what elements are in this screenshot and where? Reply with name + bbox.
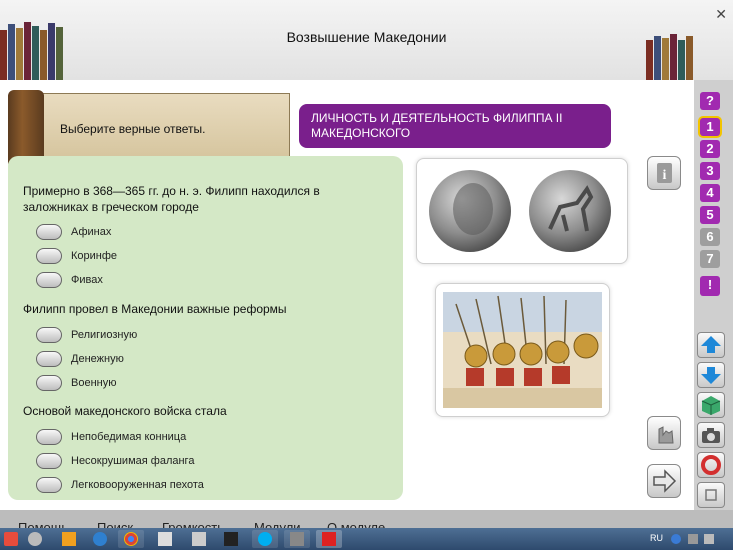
coin-reverse-icon: [529, 170, 611, 252]
notepad-icon[interactable]: [158, 532, 172, 546]
coins-image[interactable]: [416, 158, 628, 264]
hint-hand-button[interactable]: [647, 416, 681, 450]
menu-volume[interactable]: Громкость: [162, 520, 224, 528]
task-6-button[interactable]: 6: [700, 228, 720, 246]
screenshot-button[interactable]: [697, 422, 725, 448]
lifebuoy-icon: [701, 455, 721, 475]
portrait-head-icon: [453, 183, 493, 235]
arrow-right-icon: [653, 469, 677, 493]
language-indicator[interactable]: RU: [650, 533, 663, 543]
task-2-button[interactable]: 2: [700, 140, 720, 158]
answer-label: Денежную: [71, 353, 124, 365]
radio-button[interactable]: [36, 327, 62, 343]
menu-search[interactable]: Поиск: [97, 520, 133, 528]
menu-about[interactable]: О модуле: [327, 520, 385, 528]
answer-label: Афинах: [71, 226, 112, 238]
question-2: Филипп провел в Македонии важные реформы: [23, 302, 287, 316]
info-button[interactable]: i: [647, 156, 681, 190]
arrow-up-icon: [701, 336, 721, 353]
skype-icon[interactable]: [258, 532, 272, 546]
camera-icon: [702, 428, 720, 443]
minimize-button[interactable]: [697, 482, 725, 508]
chrome-icon[interactable]: [124, 532, 138, 546]
radio-button[interactable]: [36, 224, 62, 240]
question-1: Примерно в 368—365 гг. до н. э. Филипп н…: [23, 184, 320, 214]
answer-label: Несокрушимая фаланга: [71, 455, 195, 467]
radio-button[interactable]: [36, 477, 62, 493]
bottom-menu: Помощь Поиск Громкость Модули О модуле: [0, 510, 733, 528]
answer-label: Религиозную: [71, 329, 138, 341]
window-header: Возвышение Македонии ✕: [0, 0, 733, 80]
close-icon[interactable]: ✕: [715, 6, 727, 23]
help-tray-icon[interactable]: [671, 534, 681, 544]
folder-icon[interactable]: [192, 532, 206, 546]
radio-button[interactable]: [36, 272, 62, 288]
info-icon: i: [657, 163, 672, 183]
start-icon[interactable]: [4, 532, 18, 546]
scroll-up-button[interactable]: [697, 332, 725, 358]
app-icon[interactable]: [224, 532, 238, 546]
volume-tray-icon[interactable]: [704, 534, 714, 544]
instruction-text: Выберите верные ответы.: [60, 122, 206, 136]
answer-label: Непобедимая конница: [71, 431, 187, 443]
topic-title: ЛИЧНОСТЬ И ДЕЯТЕЛЬНОСТЬ ФИЛИППА II МАКЕД…: [299, 104, 611, 148]
radio-button[interactable]: [36, 248, 62, 264]
arrow-down-icon: [701, 367, 721, 384]
phalanx-illustration: [443, 292, 602, 408]
task-4-button[interactable]: 4: [700, 184, 720, 202]
phalanx-image[interactable]: [435, 283, 610, 417]
task-5-button[interactable]: 5: [700, 206, 720, 224]
help-button[interactable]: ?: [700, 92, 720, 110]
network-tray-icon[interactable]: [688, 534, 698, 544]
radio-button[interactable]: [36, 375, 62, 391]
task-1-button[interactable]: 1: [700, 118, 720, 136]
menu-modules[interactable]: Модули: [254, 520, 301, 528]
window-title: Возвышение Македонии: [286, 29, 447, 45]
modules-button[interactable]: [697, 392, 725, 418]
windows-taskbar: RU: [0, 528, 733, 550]
menu-help[interactable]: Помощь: [18, 520, 68, 528]
answer-label: Военную: [71, 377, 117, 389]
radio-button[interactable]: [36, 453, 62, 469]
radio-button[interactable]: [36, 351, 62, 367]
answer-label: Легковооруженная пехота: [71, 479, 204, 491]
browser-ie-icon[interactable]: [93, 532, 107, 546]
answer-label: Коринфе: [71, 250, 118, 262]
media-player-icon[interactable]: [62, 532, 76, 546]
help-lifebuoy-button[interactable]: [697, 452, 725, 478]
square-icon: [705, 489, 717, 501]
presentation-icon[interactable]: [290, 532, 304, 546]
hand-pointer-icon: [658, 426, 674, 444]
answer-label: Фивах: [71, 274, 103, 286]
disc-icon[interactable]: [28, 532, 42, 546]
task-7-button[interactable]: 7: [700, 250, 720, 268]
scroll-down-button[interactable]: [697, 362, 725, 388]
radio-button[interactable]: [36, 429, 62, 445]
active-app-icon[interactable]: [322, 532, 336, 546]
alert-button[interactable]: !: [700, 276, 720, 296]
question-3: Основой македонского войска стала: [23, 404, 227, 418]
next-button[interactable]: [647, 464, 681, 498]
task-3-button[interactable]: 3: [700, 162, 720, 180]
cube-icon: [701, 396, 721, 415]
svg-text:i: i: [663, 168, 667, 183]
coins-illustration: [429, 170, 611, 252]
